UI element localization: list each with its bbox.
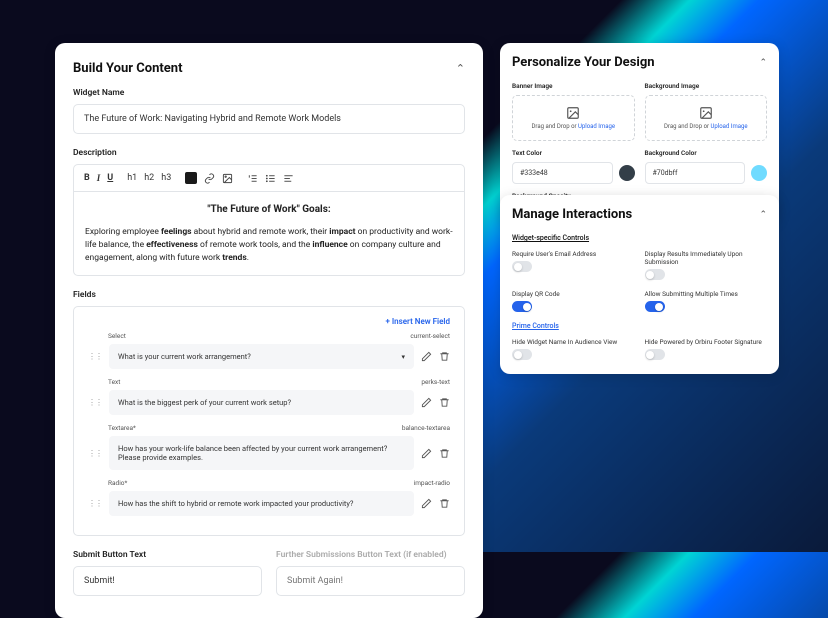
widget-controls-link[interactable]: Widget-specific Controls (512, 234, 767, 242)
bg-upload[interactable]: Drag and Drop or Upload Image (645, 95, 768, 141)
field-slug: impact-radio (414, 479, 450, 487)
drag-handle-icon[interactable]: ⋮⋮ (88, 449, 102, 458)
design-title: Personalize Your Design (512, 55, 655, 70)
banner-upload[interactable]: Drag and Drop or Upload Image (512, 95, 635, 141)
field-type: Text (108, 378, 120, 386)
editor-heading: "The Future of Work" Goals: (85, 202, 453, 218)
ol-icon[interactable] (247, 173, 258, 184)
bg-color-label: Background Color (645, 149, 768, 157)
collapse-icon[interactable]: ⌃ (456, 62, 465, 75)
field-text[interactable]: What is your current work arrangement?▾ (109, 344, 414, 369)
h2-button[interactable]: h2 (144, 173, 154, 183)
toggle-label: Hide Widget Name In Audience View (512, 338, 635, 346)
image-icon (566, 106, 580, 120)
results-toggle[interactable] (645, 269, 665, 280)
email-toggle[interactable] (512, 261, 532, 272)
build-title: Build Your Content (73, 61, 183, 76)
drag-handle-icon[interactable]: ⋮⋮ (88, 499, 102, 508)
link-icon[interactable] (204, 173, 215, 184)
build-content-panel: Build Your Content ⌃ Widget Name Descrip… (55, 43, 483, 618)
fields-label: Fields (73, 290, 465, 300)
description-label: Description (73, 148, 465, 158)
bg-color-swatch[interactable] (751, 165, 767, 181)
field-row: Radio* impact-radio ⋮⋮ How has the shift … (74, 479, 464, 516)
field-row: Text perks-text ⋮⋮ What is the biggest pe… (74, 378, 464, 415)
collapse-icon[interactable]: ⌃ (759, 58, 767, 68)
trash-icon[interactable] (439, 498, 450, 509)
text-color-label: Text Color (512, 149, 635, 157)
h1-button[interactable]: h1 (127, 173, 137, 183)
field-type: Textarea* (108, 424, 136, 432)
toggle-label: Display QR Code (512, 290, 635, 298)
bg-color-input[interactable] (645, 162, 746, 184)
editor-body: Exploring employee feelings about hybrid… (85, 226, 453, 266)
trash-icon[interactable] (439, 448, 450, 459)
field-type: Select (108, 332, 126, 340)
field-text[interactable]: How has your work-life balance been affe… (109, 436, 414, 470)
editor-toolbar: B I U h1 h2 h3 (73, 164, 465, 192)
field-slug: perks-text (421, 378, 450, 386)
multi-toggle[interactable] (645, 301, 665, 312)
field-row: Textarea* balance-textarea ⋮⋮ How has you… (74, 424, 464, 470)
text-color-input[interactable] (512, 162, 613, 184)
interactions-panel: Manage Interactions ⌃ Widget-specific Co… (500, 195, 779, 374)
banner-label: Banner Image (512, 82, 635, 90)
italic-button[interactable]: I (97, 173, 101, 183)
drag-handle-icon[interactable]: ⋮⋮ (88, 352, 102, 361)
image-icon (699, 106, 713, 120)
prime-controls-link[interactable]: Prime Controls (512, 322, 767, 330)
color-swatch[interactable] (185, 172, 197, 184)
text-color-swatch[interactable] (619, 165, 635, 181)
toggle-label: Hide Powered by Orbiru Footer Signature (645, 338, 768, 346)
field-slug: balance-textarea (402, 424, 450, 432)
insert-field-button[interactable]: + Insert New Field (74, 317, 464, 332)
field-slug: current-select (410, 332, 450, 340)
toggle-label: Display Results Immediately Upon Submiss… (645, 250, 768, 266)
widget-name-label: Widget Name (73, 88, 465, 98)
trash-icon[interactable] (439, 351, 450, 362)
field-text[interactable]: How has the shift to hybrid or remote wo… (109, 491, 414, 516)
description-editor[interactable]: "The Future of Work" Goals: Exploring em… (73, 192, 465, 276)
hide-name-toggle[interactable] (512, 349, 532, 360)
edit-icon[interactable] (421, 498, 432, 509)
hide-footer-toggle[interactable] (645, 349, 665, 360)
field-text[interactable]: What is the biggest perk of your current… (109, 390, 414, 415)
trash-icon[interactable] (439, 397, 450, 408)
toggle-label: Allow Submitting Multiple Times (645, 290, 768, 298)
upload-link[interactable]: Upload Image (711, 123, 748, 130)
further-input[interactable] (276, 566, 465, 596)
fields-container: + Insert New Field Select current-select … (73, 306, 465, 536)
drag-handle-icon[interactable]: ⋮⋮ (88, 398, 102, 407)
align-icon[interactable] (283, 173, 294, 184)
edit-icon[interactable] (421, 448, 432, 459)
interactions-title: Manage Interactions (512, 207, 632, 222)
bg-image-label: Background Image (645, 82, 768, 90)
submit-input[interactable] (73, 566, 262, 596)
ul-icon[interactable] (265, 173, 276, 184)
field-row: Select current-select ⋮⋮ What is your cur… (74, 332, 464, 369)
upload-link[interactable]: Upload Image (578, 123, 615, 130)
toggle-label: Require User's Email Address (512, 250, 635, 258)
underline-button[interactable]: U (107, 173, 113, 183)
h3-button[interactable]: h3 (161, 173, 171, 183)
edit-icon[interactable] (421, 397, 432, 408)
qr-toggle[interactable] (512, 301, 532, 312)
collapse-icon[interactable]: ⌃ (759, 210, 767, 220)
edit-icon[interactable] (421, 351, 432, 362)
bold-button[interactable]: B (84, 173, 90, 183)
field-type: Radio* (108, 479, 127, 487)
image-icon[interactable] (222, 173, 233, 184)
widget-name-input[interactable] (73, 104, 465, 134)
